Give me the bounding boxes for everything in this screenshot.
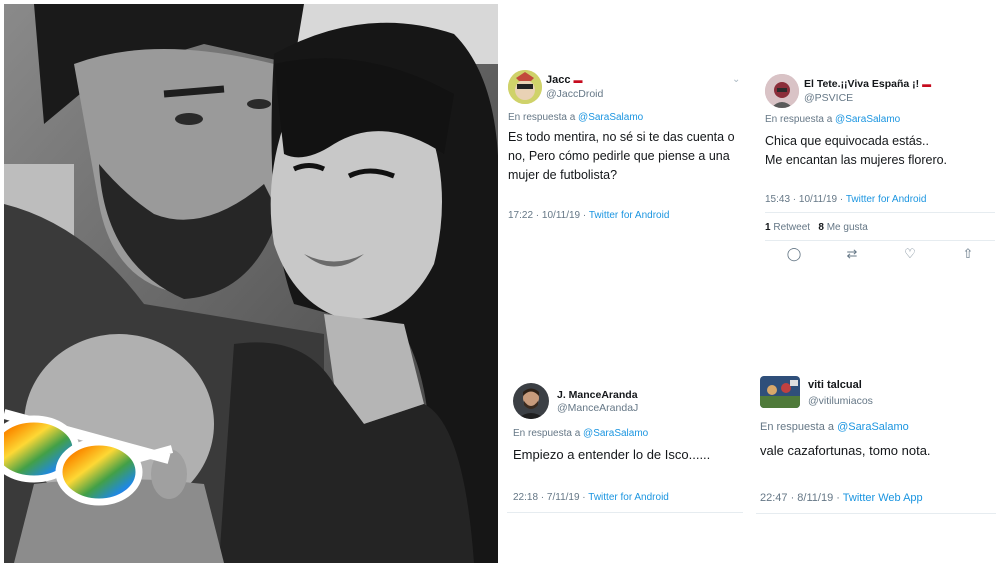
timestamp[interactable]: 15:43 · 10/11/19 · bbox=[765, 194, 843, 205]
tweet-text: vale cazafortunas, tomo nota. bbox=[760, 443, 931, 458]
tweet-card: El Tete.¡¡Viva España ¡! ▬ @PSVICE En res… bbox=[765, 74, 995, 274]
avatar[interactable] bbox=[760, 376, 800, 408]
tweet-card: viti talcual @vitilumiacos En respuesta … bbox=[756, 376, 996, 516]
tweet-source[interactable]: Twitter Web App bbox=[843, 492, 923, 504]
divider bbox=[765, 212, 995, 213]
tweet-source[interactable]: Twitter for Android bbox=[588, 492, 669, 503]
tweet-card: Jacc ▬ @JaccDroid ⌄ En respuesta a @SaraS… bbox=[508, 70, 743, 230]
reply-context: En respuesta a @SaraSalamo bbox=[760, 421, 909, 433]
avatar[interactable] bbox=[513, 383, 549, 419]
mention-link[interactable]: @SaraSalamo bbox=[835, 114, 900, 125]
divider bbox=[756, 513, 996, 514]
retweet-count[interactable]: 1 bbox=[765, 222, 771, 233]
display-name[interactable]: J. ManceAranda bbox=[557, 389, 638, 401]
tweet-metadata: 15:43 · 10/11/19 · Twitter for Android bbox=[765, 194, 926, 205]
spain-flag-icon: ▬ bbox=[922, 79, 932, 89]
reply-context: En respuesta a @SaraSalamo bbox=[508, 112, 644, 123]
like-label[interactable]: Me gusta bbox=[827, 222, 868, 233]
mention-link[interactable]: @SaraSalamo bbox=[837, 421, 909, 433]
reply-icon[interactable]: ◯ bbox=[765, 246, 823, 262]
mention-link[interactable]: @SaraSalamo bbox=[583, 428, 648, 439]
tweet-actions: ◯ ⇄ ♡ ⇧ bbox=[765, 246, 997, 262]
engagement-stats: 1 Retweet 8 Me gusta bbox=[765, 222, 868, 233]
display-name[interactable]: Jacc ▬ bbox=[546, 74, 582, 86]
user-handle[interactable]: @ManceArandaJ bbox=[557, 402, 638, 414]
avatar[interactable] bbox=[765, 74, 799, 108]
couple-photo bbox=[4, 4, 498, 563]
reply-context: En respuesta a @SaraSalamo bbox=[765, 114, 901, 125]
tweet-source[interactable]: Twitter for Android bbox=[846, 194, 927, 205]
timestamp[interactable]: 22:18 · 7/11/19 · bbox=[513, 492, 586, 503]
user-handle[interactable]: @vitilumiacos bbox=[808, 395, 873, 407]
divider bbox=[765, 240, 995, 241]
spain-flag-icon: ▬ bbox=[573, 75, 583, 85]
share-icon[interactable]: ⇧ bbox=[939, 246, 997, 262]
tweet-metadata: 17:22 · 10/11/19 · Twitter for Android bbox=[508, 210, 669, 221]
divider bbox=[507, 512, 743, 513]
heart-icon[interactable]: ♡ bbox=[881, 246, 939, 262]
retweet-icon[interactable]: ⇄ bbox=[823, 246, 881, 262]
avatar[interactable] bbox=[508, 70, 542, 104]
tweet-source[interactable]: Twitter for Android bbox=[589, 210, 670, 221]
tweet-metadata: 22:47 · 8/11/19 · Twitter Web App bbox=[760, 492, 923, 504]
display-name[interactable]: viti talcual bbox=[808, 379, 862, 391]
tweet-card: J. ManceAranda @ManceArandaJ En respuest… bbox=[507, 383, 743, 513]
user-handle[interactable]: @PSVICE bbox=[804, 92, 853, 104]
timestamp[interactable]: 22:47 · 8/11/19 · bbox=[760, 492, 840, 504]
user-handle[interactable]: @JaccDroid bbox=[546, 88, 603, 100]
tweet-text: Empiezo a entender lo de Isco...... bbox=[513, 447, 711, 462]
reply-context: En respuesta a @SaraSalamo bbox=[513, 428, 649, 439]
tweet-metadata: 22:18 · 7/11/19 · Twitter for Android bbox=[513, 492, 669, 503]
tweet-text: Es todo mentira, no sé si te das cuenta … bbox=[508, 130, 735, 182]
tweet-text: Chica que equivocada estás.. Me encantan… bbox=[765, 134, 948, 167]
mention-link[interactable]: @SaraSalamo bbox=[578, 112, 643, 123]
display-name[interactable]: El Tete.¡¡Viva España ¡! ▬ bbox=[804, 78, 931, 90]
like-count[interactable]: 8 bbox=[818, 222, 824, 233]
timestamp[interactable]: 17:22 · 10/11/19 · bbox=[508, 210, 586, 221]
chevron-down-icon[interactable]: ⌄ bbox=[732, 74, 740, 85]
retweet-label[interactable]: Retweet bbox=[773, 222, 810, 233]
